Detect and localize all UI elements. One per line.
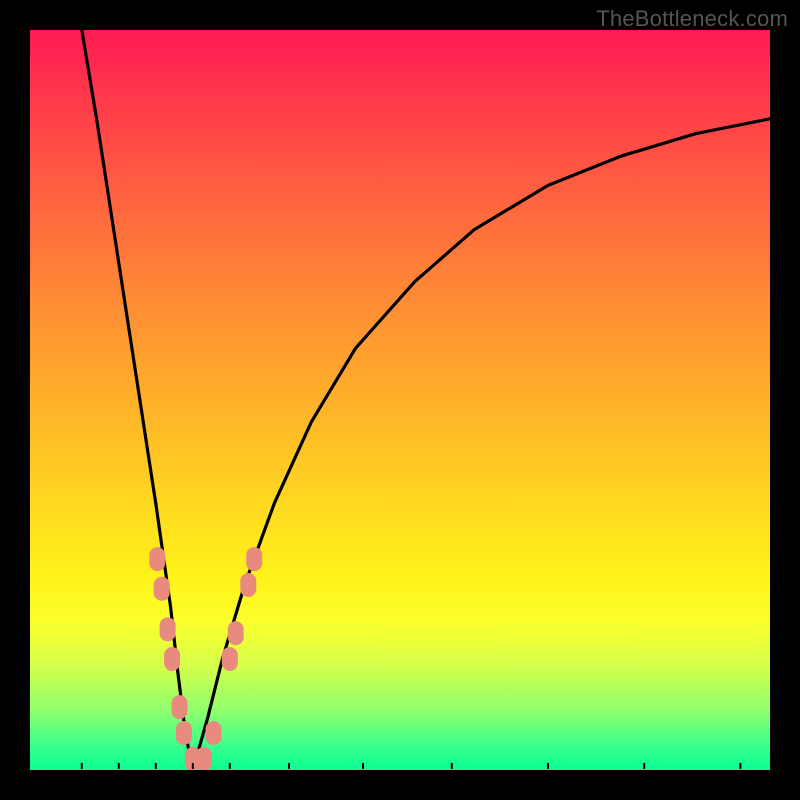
data-marker (149, 547, 165, 571)
axis-ticks (82, 763, 741, 769)
data-marker (176, 721, 192, 745)
data-marker (206, 721, 222, 745)
data-marker (246, 547, 262, 571)
outer-frame: TheBottleneck.com (0, 0, 800, 800)
data-marker (222, 647, 238, 671)
data-marker (154, 577, 170, 601)
data-marker (172, 695, 188, 719)
curve-right-branch (193, 119, 770, 770)
data-marker (240, 573, 256, 597)
data-marker (164, 647, 180, 671)
data-marker (228, 621, 244, 645)
data-marker (160, 617, 176, 641)
watermark-text: TheBottleneck.com (596, 6, 788, 32)
marker-group (149, 547, 262, 770)
curve-segment (193, 119, 770, 770)
plot-area (30, 30, 770, 770)
data-marker (196, 747, 212, 770)
chart-svg (30, 30, 770, 770)
